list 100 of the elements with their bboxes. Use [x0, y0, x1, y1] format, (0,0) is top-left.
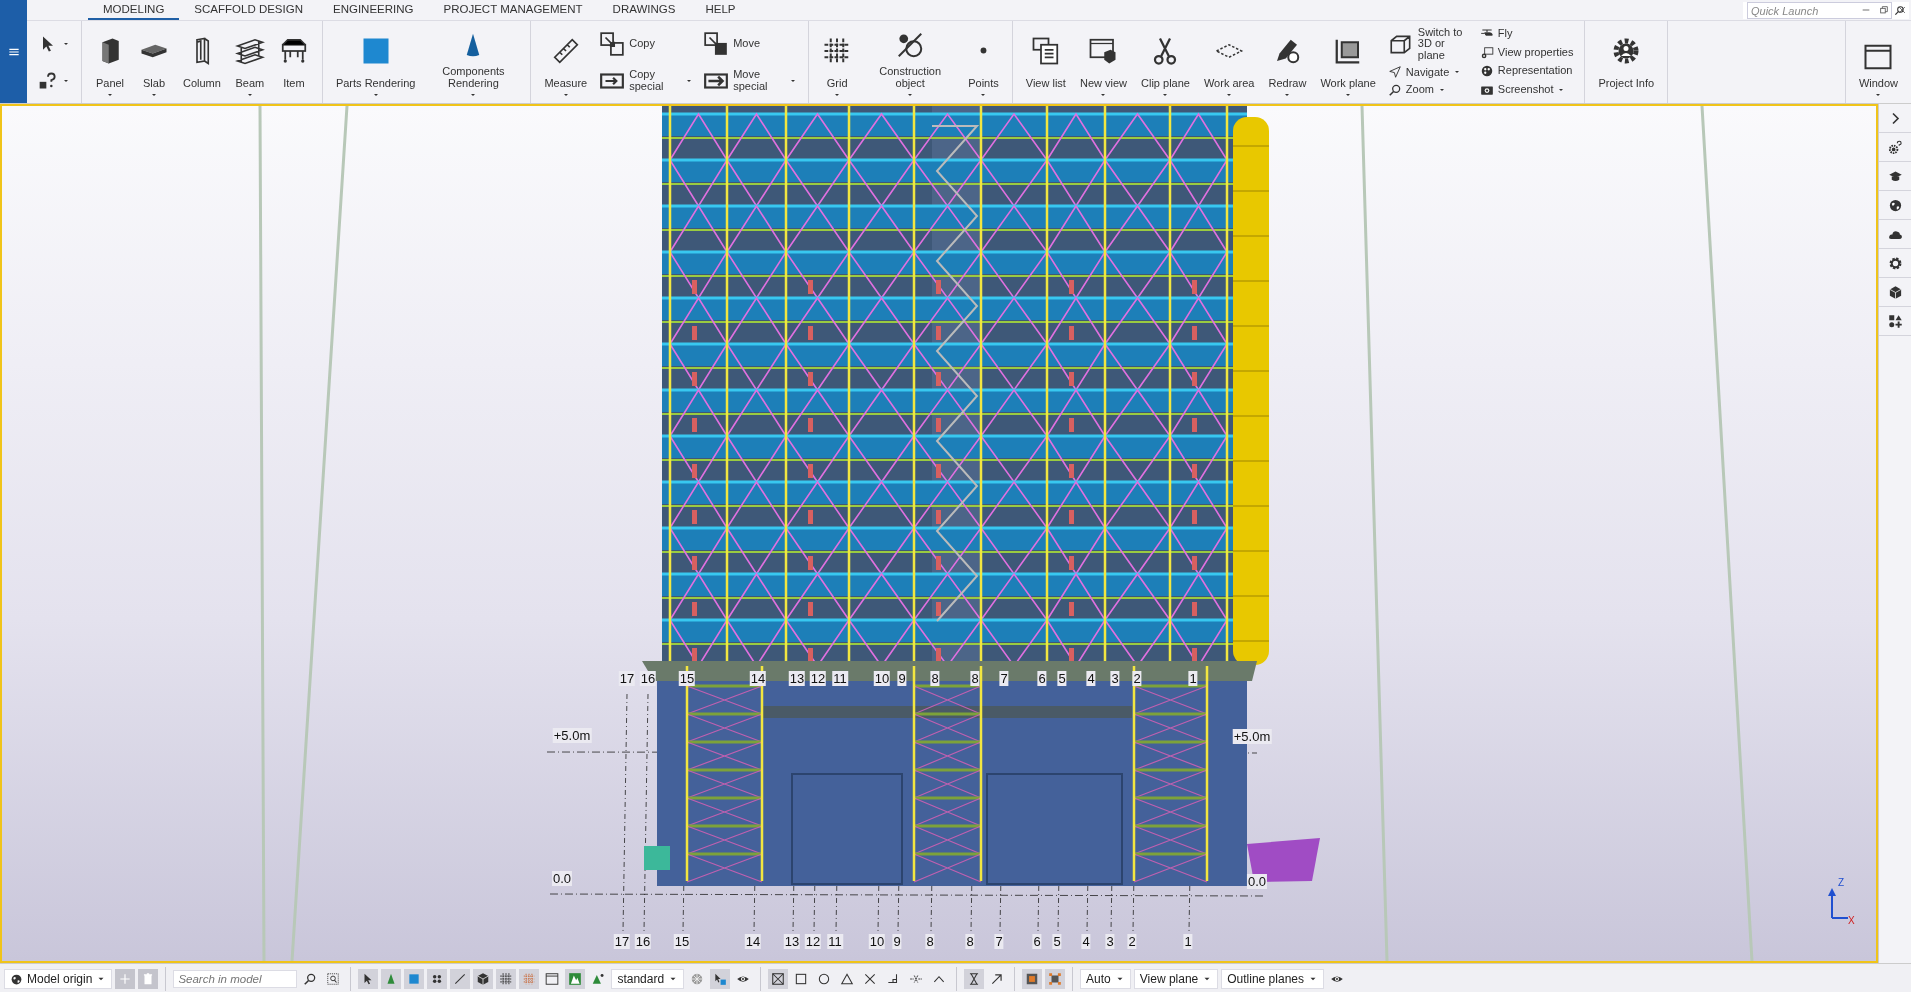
ribbon-button[interactable]: View list — [1020, 23, 1071, 101]
toolbar-button[interactable] — [450, 969, 471, 989]
ribbon-button[interactable]: Copy special — [596, 66, 697, 95]
dropdown[interactable]: Outline planes — [1221, 969, 1324, 989]
dropdown[interactable]: standard — [611, 969, 685, 989]
window-icon — [545, 972, 560, 986]
grid-label: 8 — [965, 934, 975, 949]
model-viewport[interactable]: Z X 17 16 15 14 13 12 11 10 9 8 8 7 6 5 4 3 2 1 17 16 15 14 13 12 11 10 9 8 8 7 6 5 4 3 2 1 +5.0m +5.0m 0.0 0.0 — [0, 104, 1878, 963]
grid-label: 11 — [827, 934, 843, 949]
ribbon-button[interactable]: Parts Rendering — [330, 23, 421, 101]
navigate-icon — [1387, 65, 1402, 80]
ribbon-button[interactable]: Move — [700, 29, 801, 58]
toolbar-button[interactable] — [1045, 969, 1066, 989]
toolbar-button[interactable] — [473, 969, 494, 989]
toolbar-button[interactable] — [358, 969, 379, 989]
ribbon-button[interactable]: Project Info — [1593, 23, 1660, 101]
caret-icon — [1161, 91, 1170, 99]
ribbon-button[interactable]: Window — [1853, 35, 1903, 101]
ribbon-button[interactable]: Components Rendering — [424, 23, 523, 101]
point-icon — [980, 47, 987, 55]
caret-icon — [1874, 91, 1883, 99]
ribbon-tab[interactable]: DRAWINGS — [597, 1, 691, 20]
ribbon-button[interactable]: Points — [963, 23, 1004, 101]
view-list-icon — [1030, 35, 1061, 66]
gear-window-icon — [1479, 45, 1494, 60]
ribbon-tab[interactable]: HELP — [690, 1, 751, 20]
dropdown[interactable]: View plane — [1133, 969, 1219, 989]
level-label: +5.0m — [552, 728, 592, 743]
grid-label: 17 — [618, 671, 636, 686]
grid-label: 14 — [744, 934, 762, 949]
mountain-dot-icon — [591, 972, 606, 986]
ribbon-button[interactable]: Copy — [596, 29, 697, 58]
dropdown[interactable]: Auto — [1080, 969, 1131, 989]
dropdown[interactable]: Model origin — [4, 969, 113, 989]
circle-icon — [817, 972, 832, 986]
caret-icon — [906, 91, 915, 99]
ribbon-tab[interactable]: MODELING — [88, 1, 180, 20]
shapes-icon — [1887, 313, 1903, 329]
ribbon-button[interactable]: Switch to 3D or plane — [1384, 25, 1473, 63]
grid-label: 11 — [832, 671, 848, 686]
ribbon-button[interactable]: Column — [178, 23, 226, 101]
ribbon-tab[interactable]: SCAFFOLD DESIGN — [179, 1, 318, 20]
ribbon-button[interactable]: Slab — [134, 23, 174, 101]
caret-icon — [150, 91, 158, 99]
grid-icon — [499, 972, 514, 986]
ribbon-button[interactable]: Panel — [90, 23, 130, 101]
toolbar-button[interactable] — [427, 969, 448, 989]
ribbon-button[interactable]: View properties — [1476, 44, 1577, 61]
ribbon-button[interactable]: Redraw — [1263, 23, 1312, 101]
toolbar-button[interactable] — [710, 969, 731, 989]
ribbon-button[interactable]: Grid — [817, 23, 858, 101]
grid-label: 14 — [749, 671, 767, 686]
ribbon-button[interactable]: Construction object — [861, 23, 960, 101]
ribbon-button[interactable]: Measure — [539, 23, 593, 101]
grid-label: 8 — [970, 671, 980, 686]
ribbon-button[interactable]: Navigate — [1384, 64, 1473, 81]
grid-label: 16 — [639, 671, 657, 686]
triangle-icon — [840, 972, 855, 986]
grid-label: 13 — [783, 934, 801, 949]
ribbon-tab[interactable]: ENGINEERING — [318, 1, 429, 20]
globe-icon — [1887, 197, 1903, 213]
ribbon-tab[interactable]: PROJECT MANAGEMENT — [428, 1, 598, 20]
ribbon-button[interactable]: Representation — [1476, 63, 1577, 80]
grid-label: 6 — [1032, 934, 1042, 949]
toolbar-button[interactable] — [496, 969, 517, 989]
grid-label: 5 — [1052, 934, 1062, 949]
grid-label: 2 — [1132, 671, 1142, 686]
caret-icon — [1099, 91, 1108, 99]
caret-icon — [1344, 91, 1353, 99]
caret-icon — [833, 91, 842, 99]
grid-label: 3 — [1105, 934, 1115, 949]
ribbon-button[interactable]: Work plane — [1315, 23, 1381, 101]
corners-icon — [1048, 972, 1063, 986]
level-label: 0.0 — [551, 871, 573, 886]
ribbon-button[interactable]: Move special — [700, 66, 801, 95]
grid-label: 10 — [873, 671, 891, 686]
ribbon-button[interactable]: New view — [1074, 23, 1132, 101]
grid-label: 3 — [1110, 671, 1120, 686]
cube-icon — [476, 972, 491, 986]
search-icon — [1387, 83, 1402, 98]
ribbon-button[interactable]: Fly — [1476, 26, 1577, 43]
ribbon-button[interactable]: Clip plane — [1136, 23, 1195, 101]
ribbon-button[interactable]: Work area — [1198, 23, 1260, 101]
search-field[interactable]: Search in model — [173, 970, 298, 988]
toolbar-button[interactable] — [964, 969, 985, 989]
grid-label: 16 — [634, 934, 652, 949]
ribbon-button[interactable]: Beam — [229, 23, 270, 101]
grid-label: 1 — [1188, 671, 1198, 686]
grid-label: 7 — [999, 671, 1009, 686]
toolbar-button[interactable] — [1022, 969, 1043, 989]
ribbon-button[interactable]: Item — [273, 23, 314, 101]
grid-label: 15 — [673, 934, 691, 949]
gear-question-icon — [1887, 139, 1903, 155]
caret-icon — [469, 91, 478, 99]
ribbon-button[interactable]: Zoom — [1384, 82, 1473, 99]
toolbar-button[interactable] — [768, 969, 789, 989]
line-icon — [453, 972, 468, 986]
ribbon-button[interactable]: Screenshot — [1476, 81, 1577, 98]
quick-launch-field[interactable]: Quick Launch — [1747, 2, 1892, 19]
level-label: 0.0 — [1246, 874, 1268, 889]
